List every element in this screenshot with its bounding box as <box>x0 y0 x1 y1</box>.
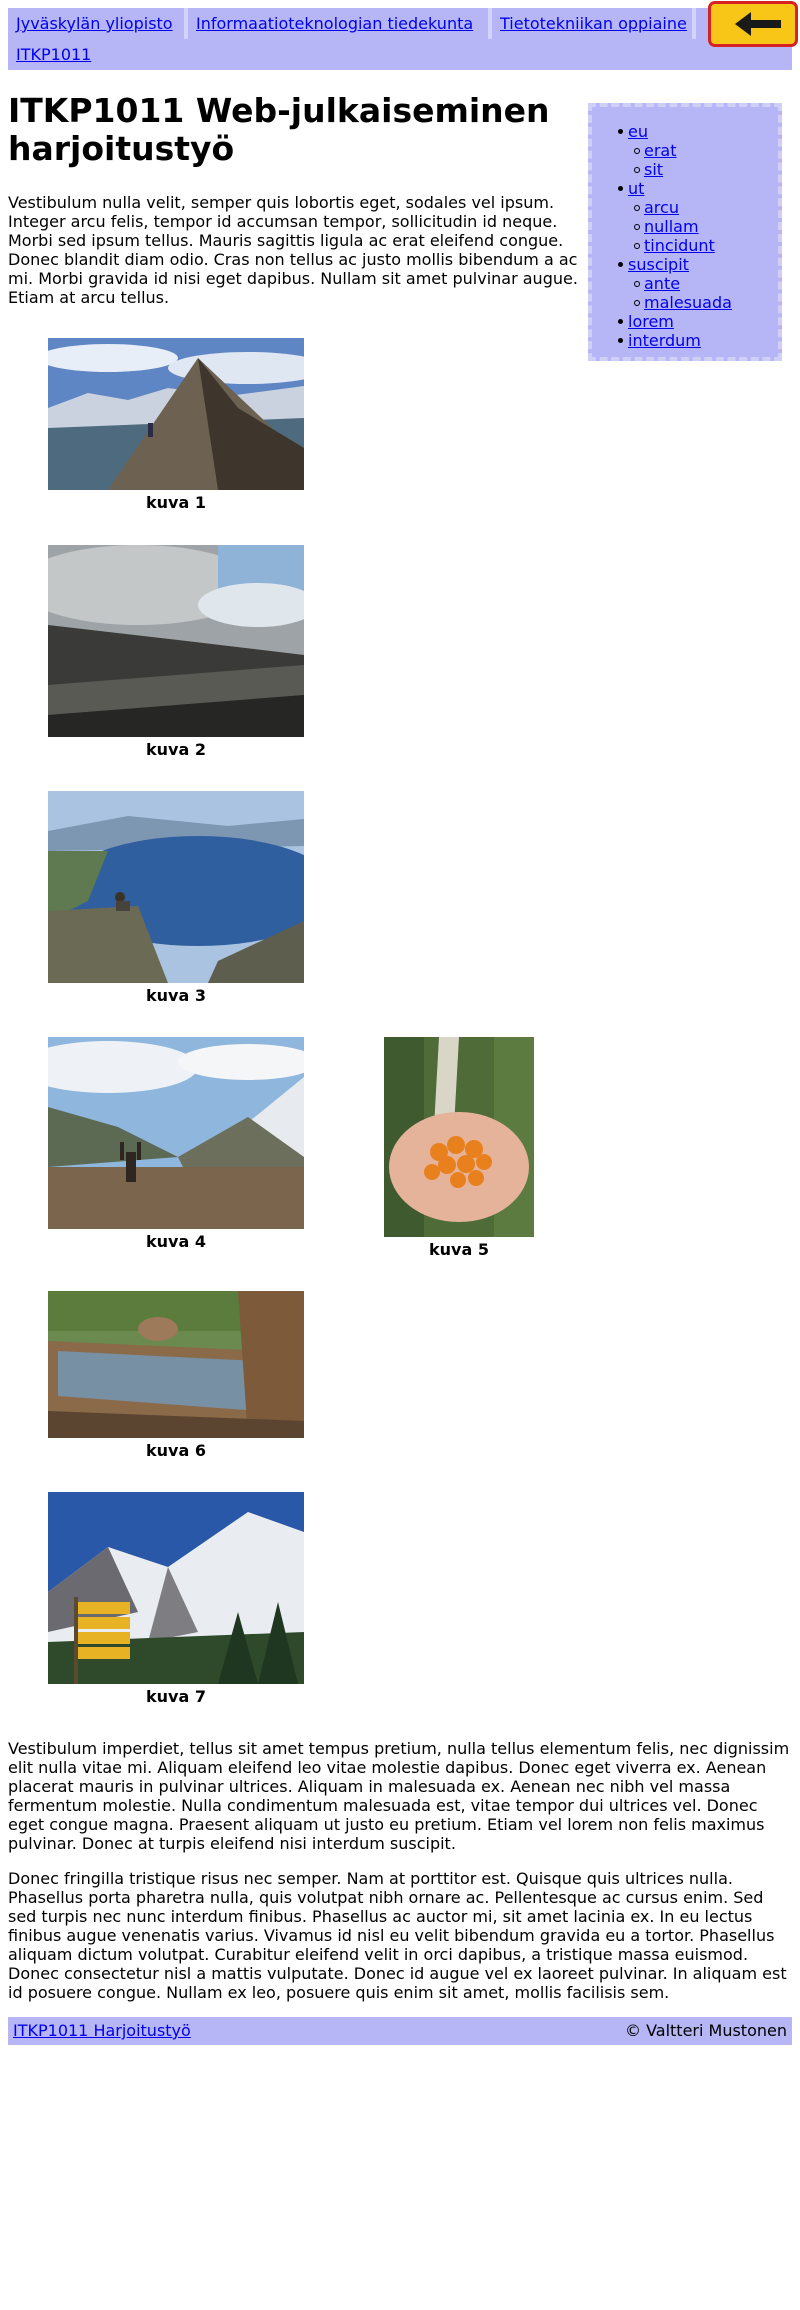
nav-item-interdum[interactable]: interdum <box>628 331 701 350</box>
photo-cloudberries-hand <box>384 1037 534 1237</box>
list-bullet <box>634 148 640 154</box>
photo-cloudy-slope <box>48 545 304 737</box>
photo-snowy-peak-signpost <box>48 1492 304 1684</box>
figure-caption: kuva 2 <box>146 740 206 759</box>
figure-caption: kuva 6 <box>146 1441 206 1460</box>
figure-caption: kuva 3 <box>146 986 206 1005</box>
top-navigation-bar: Jyväskylän yliopisto Informaatioteknolog… <box>8 1 798 70</box>
list-bullet <box>634 281 640 287</box>
nav-subitem-tincidunt[interactable]: tincidunt <box>644 236 715 255</box>
footer-copyright: © Valtteri Mustonen <box>624 2021 787 2040</box>
list-bullet <box>634 243 640 249</box>
breadcrumb-faculty[interactable]: Informaatioteknologian tiedekunta <box>188 8 482 39</box>
photo-wooden-trough <box>48 1291 304 1438</box>
figure-caption: kuva 4 <box>146 1232 206 1251</box>
breadcrumb-university[interactable]: Jyväskylän yliopisto <box>8 8 181 39</box>
list-bullet <box>634 205 640 211</box>
nav-subitem-sit[interactable]: sit <box>644 160 663 179</box>
nav-item-ut[interactable]: ut <box>628 179 644 198</box>
footer-course-link[interactable]: ITKP1011 Harjoitustyö <box>13 2021 191 2040</box>
back-button[interactable] <box>708 1 798 47</box>
list-bullet <box>634 224 640 230</box>
list-bullet <box>618 186 623 191</box>
figure-caption: kuva 5 <box>429 1240 489 1259</box>
page-title: ITKP1011 Web-julkaiseminen harjoitustyö <box>8 91 550 168</box>
nav-subitem-nullam[interactable]: nullam <box>644 217 699 236</box>
list-bullet <box>618 338 623 343</box>
list-bullet <box>618 129 623 134</box>
list-bullet <box>634 167 640 173</box>
nav-item-suscipit[interactable]: suscipit <box>628 255 689 274</box>
body-paragraph: Vestibulum imperdiet, tellus sit amet te… <box>8 1739 790 1853</box>
breadcrumb-separator <box>692 8 696 39</box>
breadcrumb-department[interactable]: Tietotekniikan oppiaine <box>492 8 695 39</box>
photo-fjord-lake <box>48 791 304 983</box>
page-footer: ITKP1011 Harjoitustyö © Valtteri Mustone… <box>8 2017 792 2045</box>
figure-caption: kuva 7 <box>146 1687 206 1706</box>
figure-caption: kuva 1 <box>146 493 206 512</box>
nav-subitem-erat[interactable]: erat <box>644 141 677 160</box>
list-bullet <box>634 300 640 306</box>
photo-valley-hiker <box>48 1037 304 1229</box>
nav-item-lorem[interactable]: lorem <box>628 312 674 331</box>
side-navigation: eu erat sit ut arcu nullam tincidunt sus… <box>588 103 782 361</box>
nav-subitem-arcu[interactable]: arcu <box>644 198 679 217</box>
arrow-left-icon <box>735 12 781 36</box>
photo-mountain-ridge <box>48 338 304 490</box>
nav-subitem-malesuada[interactable]: malesuada <box>644 293 732 312</box>
breadcrumb-course[interactable]: ITKP1011 <box>8 39 100 70</box>
list-bullet <box>618 319 623 324</box>
nav-subitem-ante[interactable]: ante <box>644 274 680 293</box>
intro-paragraph: Vestibulum nulla velit, semper quis lobo… <box>8 193 578 307</box>
list-bullet <box>618 262 623 267</box>
body-paragraph: Donec fringilla tristique risus nec semp… <box>8 1869 787 2002</box>
nav-item-eu[interactable]: eu <box>628 122 648 141</box>
